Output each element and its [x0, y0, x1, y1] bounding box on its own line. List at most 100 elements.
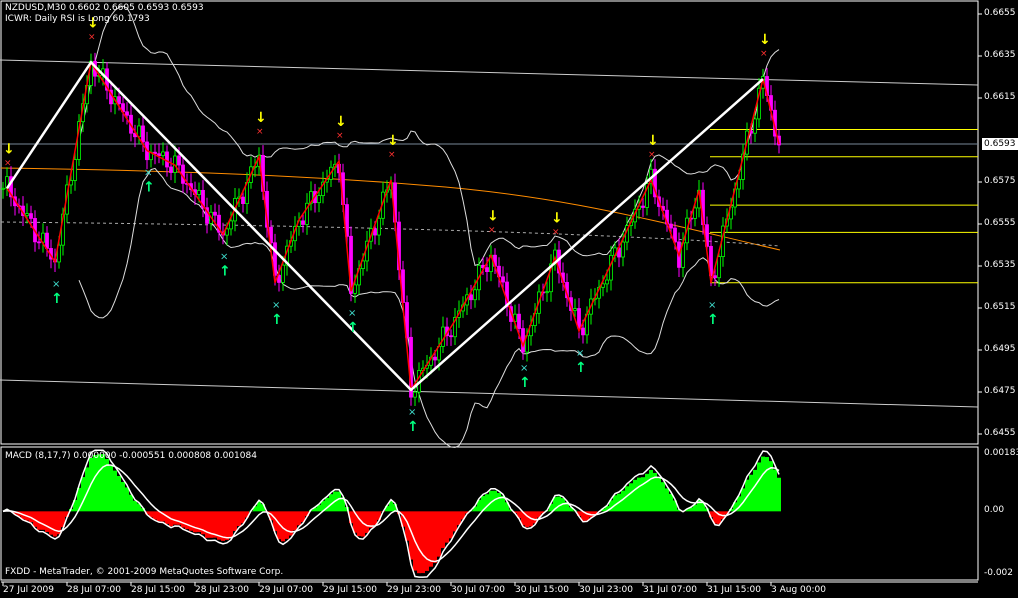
- macd-bar: [93, 454, 97, 512]
- macd-bar: [229, 511, 233, 538]
- candle-body: [485, 267, 489, 272]
- macd-info: MACD (8,17,7) 0.000000 -0.000551 0.00080…: [5, 451, 257, 461]
- buy-arrow-icon: ↑: [347, 320, 359, 336]
- price-tick-label: 0.6455: [984, 428, 1016, 438]
- buy-signal-icon: ×: [348, 308, 356, 319]
- macd-bar: [761, 456, 765, 512]
- candle-body: [125, 111, 129, 116]
- macd-bar: [41, 511, 45, 530]
- candle-body: [157, 153, 161, 157]
- macd-bar: [433, 511, 437, 563]
- price-tick-label: 0.6475: [984, 386, 1016, 396]
- rsi-info: ICWR: Daily RSI is Long 60.1793: [5, 14, 150, 24]
- candle-body: [693, 207, 697, 219]
- candle-body: [29, 213, 33, 219]
- buy-arrow-icon: ↑: [51, 291, 63, 307]
- time-tick-label: 28 Jul 23:00: [195, 585, 249, 595]
- sell-signal-icon: ×: [648, 150, 656, 160]
- candle-body: [45, 232, 49, 249]
- macd-bar: [193, 511, 197, 533]
- bollinger-upper: [78, 5, 780, 266]
- sell-arrow-icon: ↓: [551, 211, 563, 227]
- price-tick-label: 0.6575: [984, 176, 1016, 186]
- candle-body: [641, 205, 645, 208]
- sell-signal-icon: ×: [88, 32, 96, 42]
- candle-body: [141, 125, 145, 143]
- macd-bar: [125, 487, 129, 512]
- sell-arrow-icon: ↓: [487, 209, 499, 225]
- sell-signal-icon: ×: [488, 226, 496, 236]
- buy-signal-icon: ×: [52, 279, 60, 290]
- macd-bar: [45, 511, 49, 532]
- macd-bar: [105, 458, 109, 512]
- macd-bar: [233, 511, 237, 532]
- sell-arrow-icon: ↓: [255, 110, 267, 126]
- macd-bar: [773, 469, 777, 512]
- macd-bar: [669, 493, 673, 512]
- macd-bar: [657, 477, 661, 512]
- sell-signal-icon: ×: [336, 131, 344, 141]
- time-tick-label: 29 Jul 23:00: [387, 585, 441, 595]
- macd-bar: [121, 481, 125, 512]
- zigzag-line: [6, 60, 780, 393]
- macd-bar: [653, 472, 657, 512]
- candle-body: [545, 291, 549, 294]
- macd-bar: [237, 511, 241, 527]
- macd-bar: [101, 454, 105, 512]
- macd-bar: [453, 511, 457, 532]
- macd-bar: [649, 469, 653, 512]
- macd-bar: [417, 511, 421, 574]
- macd-bar: [641, 477, 645, 512]
- time-tick-label: 27 Jul 2009: [3, 585, 54, 595]
- candle-body: [169, 166, 173, 173]
- candle-body: [413, 391, 417, 398]
- candle-body: [373, 228, 377, 236]
- buy-signal-icon: ×: [220, 252, 228, 263]
- macd-bar: [777, 477, 781, 512]
- candle-body: [469, 294, 473, 301]
- buy-signal-icon: ×: [576, 348, 584, 359]
- candle-body: [669, 223, 673, 229]
- macd-bar: [449, 511, 453, 539]
- candle-body: [197, 189, 201, 195]
- price-tick-label: 0.6515: [984, 302, 1016, 312]
- candle-body: [433, 356, 437, 361]
- macd-bar: [97, 454, 101, 512]
- candle-body: [581, 327, 585, 336]
- macd-bar: [753, 469, 757, 512]
- candle-body: [177, 155, 181, 166]
- macd-bar: [181, 511, 185, 528]
- candle-body: [117, 96, 121, 105]
- candle-body: [737, 179, 741, 190]
- candle-body: [1, 187, 5, 190]
- price-chart: ↓×↓×↓×↓× ↓×↓×↓×↓×↓××↑×↑×↑×↑ ×↑×↑×↑×↑×↑: [0, 0, 982, 586]
- macd-bar: [133, 500, 137, 512]
- candle-body: [25, 213, 29, 216]
- macd-bar: [765, 457, 769, 512]
- sell-arrow-icon: ↓: [647, 133, 659, 149]
- macd-bar: [757, 462, 761, 512]
- sell-arrow-icon: ↓: [387, 133, 399, 149]
- candle-body: [37, 241, 41, 244]
- buy-arrow-icon: ↑: [519, 375, 531, 391]
- price-tick-label: 0.6655: [984, 8, 1016, 18]
- candle-body: [213, 211, 217, 216]
- candle-body: [161, 151, 165, 157]
- buy-signal-icon: ×: [520, 363, 528, 374]
- macd-bar: [645, 473, 649, 512]
- sell-signal-icon: ×: [256, 127, 264, 137]
- candle-body: [353, 284, 357, 294]
- time-tick-label: 28 Jul 15:00: [131, 585, 185, 595]
- macd-bar: [117, 475, 121, 512]
- copyright: FXDD - MetaTrader, © 2001-2009 MetaQuote…: [5, 567, 284, 577]
- candle-body: [517, 313, 521, 329]
- buy-arrow-icon: ↑: [407, 419, 419, 435]
- macd-bar: [637, 477, 641, 512]
- channel-lower-line: [0, 379, 979, 408]
- macd-bar: [293, 511, 297, 531]
- macd-bar: [445, 511, 449, 543]
- candle-body: [165, 151, 169, 168]
- time-tick-label: 29 Jul 15:00: [323, 585, 377, 595]
- macd-tick-label: -0.002: [984, 568, 1014, 578]
- macd-bar: [633, 479, 637, 512]
